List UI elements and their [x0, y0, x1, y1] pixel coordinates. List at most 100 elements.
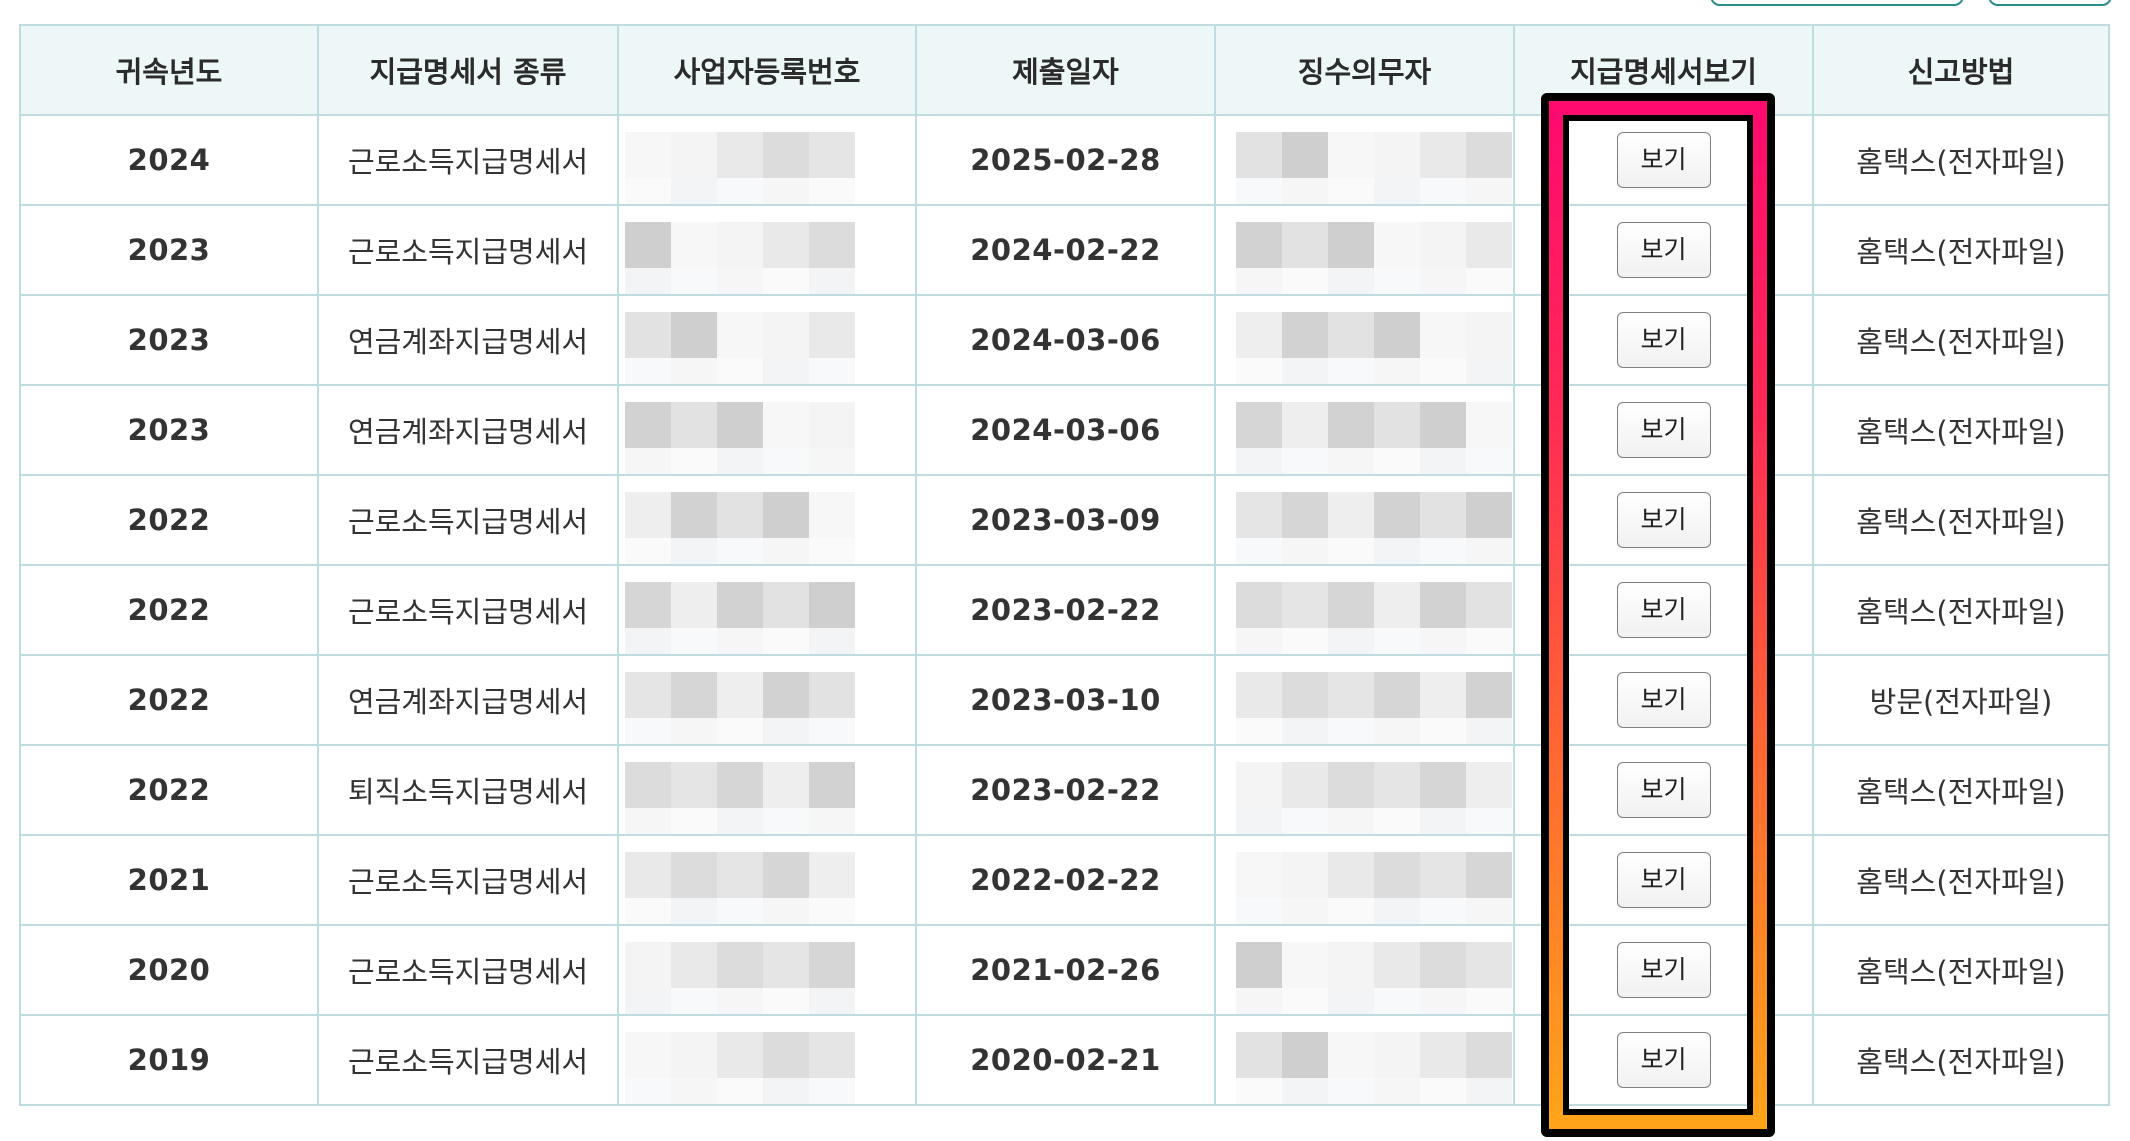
cell-view: 보기 [1513, 654, 1814, 746]
cell-kind: 근로소득지급명세서 [317, 834, 619, 926]
top-action-button-2[interactable] [1988, 0, 2112, 6]
view-statement-button[interactable]: 보기 [1616, 942, 1711, 998]
cell-date: 2024-02-22 [915, 204, 1216, 296]
cell-method: 홈택스(전자파일) [1812, 474, 2110, 566]
table-row: 2024 근로소득지급명세서 2025-02-28 보기 홈택스(전자파일) [19, 114, 2110, 206]
view-statement-button[interactable]: 보기 [1616, 222, 1711, 278]
redacted-value [1216, 1016, 1513, 1104]
table-row: 2023 연금계좌지급명세서 2024-03-06 보기 홈택스(전자파일) [19, 294, 2110, 386]
cell-method: 방문(전자파일) [1812, 654, 2110, 746]
payment-statement-table: 귀속년도 지급명세서 종류 사업자등록번호 제출일자 징수의무자 지급명세서보기… [19, 24, 2110, 1106]
cell-method: 홈택스(전자파일) [1812, 114, 2110, 206]
table-row: 2022 퇴직소득지급명세서 2023-02-22 보기 홈택스(전자파일) [19, 744, 2110, 836]
page: 귀속년도 지급명세서 종류 사업자등록번호 제출일자 징수의무자 지급명세서보기… [0, 0, 2130, 1141]
cell-year: 2022 [19, 474, 319, 566]
cell-view: 보기 [1513, 1014, 1814, 1106]
header-year[interactable]: 귀속년도 [19, 24, 319, 116]
top-action-button-1[interactable] [1710, 0, 1964, 6]
cell-kind: 연금계좌지급명세서 [317, 654, 619, 746]
redacted-value [619, 926, 915, 1014]
redacted-value [1216, 926, 1513, 1014]
cell-date: 2024-03-06 [915, 294, 1216, 386]
view-statement-button[interactable]: 보기 [1616, 312, 1711, 368]
cell-method: 홈택스(전자파일) [1812, 204, 2110, 296]
cell-kind: 근로소득지급명세서 [317, 564, 619, 656]
table-row: 2022 연금계좌지급명세서 2023-03-10 보기 방문(전자파일) [19, 654, 2110, 746]
cell-date: 2022-02-22 [915, 834, 1216, 926]
table-row: 2023 근로소득지급명세서 2024-02-22 보기 홈택스(전자파일) [19, 204, 2110, 296]
table-row: 2022 근로소득지급명세서 2023-03-09 보기 홈택스(전자파일) [19, 474, 2110, 566]
cell-date: 2024-03-06 [915, 384, 1216, 476]
cell-kind: 연금계좌지급명세서 [317, 384, 619, 476]
cell-date: 2023-02-22 [915, 564, 1216, 656]
view-statement-button[interactable]: 보기 [1616, 402, 1711, 458]
cell-year: 2023 [19, 294, 319, 386]
cell-payer [1214, 834, 1515, 926]
cell-biz-no [617, 654, 917, 746]
cell-payer [1214, 654, 1515, 746]
cell-method: 홈택스(전자파일) [1812, 294, 2110, 386]
cell-payer [1214, 384, 1515, 476]
cell-kind: 근로소득지급명세서 [317, 1014, 619, 1106]
cell-biz-no [617, 924, 917, 1016]
redacted-value [1216, 476, 1513, 564]
view-statement-button[interactable]: 보기 [1616, 582, 1711, 638]
cell-biz-no [617, 474, 917, 566]
redacted-value [619, 476, 915, 564]
view-statement-button[interactable]: 보기 [1616, 132, 1711, 188]
cell-payer [1214, 564, 1515, 656]
redacted-value [619, 1016, 915, 1104]
cell-kind: 연금계좌지급명세서 [317, 294, 619, 386]
header-date[interactable]: 제출일자 [915, 24, 1216, 116]
redacted-value [1216, 296, 1513, 384]
cell-kind: 퇴직소득지급명세서 [317, 744, 619, 836]
cell-biz-no [617, 564, 917, 656]
cell-year: 2021 [19, 834, 319, 926]
cell-view: 보기 [1513, 204, 1814, 296]
header-view[interactable]: 지급명세서보기 [1513, 24, 1814, 116]
cell-year: 2022 [19, 564, 319, 656]
view-statement-button[interactable]: 보기 [1616, 492, 1711, 548]
cell-year: 2023 [19, 204, 319, 296]
header-payer[interactable]: 징수의무자 [1214, 24, 1515, 116]
table-header-row: 귀속년도 지급명세서 종류 사업자등록번호 제출일자 징수의무자 지급명세서보기… [19, 24, 2110, 116]
redacted-value [1216, 116, 1513, 204]
view-statement-button[interactable]: 보기 [1616, 762, 1711, 818]
cell-view: 보기 [1513, 114, 1814, 206]
cell-payer [1214, 924, 1515, 1016]
redacted-value [619, 656, 915, 744]
cell-biz-no [617, 834, 917, 926]
cell-biz-no [617, 204, 917, 296]
cell-biz-no [617, 114, 917, 206]
redacted-value [619, 116, 915, 204]
redacted-value [1216, 566, 1513, 654]
redacted-value [1216, 746, 1513, 834]
cell-date: 2021-02-26 [915, 924, 1216, 1016]
cell-date: 2020-02-21 [915, 1014, 1216, 1106]
header-kind[interactable]: 지급명세서 종류 [317, 24, 619, 116]
view-statement-button[interactable]: 보기 [1616, 1032, 1711, 1088]
cell-method: 홈택스(전자파일) [1812, 1014, 2110, 1106]
header-biz-no[interactable]: 사업자등록번호 [617, 24, 917, 116]
cell-payer [1214, 204, 1515, 296]
table-row: 2023 연금계좌지급명세서 2024-03-06 보기 홈택스(전자파일) [19, 384, 2110, 476]
cell-year: 2022 [19, 654, 319, 746]
cell-payer [1214, 474, 1515, 566]
cell-year: 2020 [19, 924, 319, 1016]
header-method[interactable]: 신고방법 [1812, 24, 2110, 116]
view-statement-button[interactable]: 보기 [1616, 672, 1711, 728]
view-statement-button[interactable]: 보기 [1616, 852, 1711, 908]
cell-year: 2019 [19, 1014, 319, 1106]
cell-view: 보기 [1513, 384, 1814, 476]
cell-year: 2024 [19, 114, 319, 206]
cell-payer [1214, 1014, 1515, 1106]
table-row: 2020 근로소득지급명세서 2021-02-26 보기 홈택스(전자파일) [19, 924, 2110, 1016]
cell-view: 보기 [1513, 474, 1814, 566]
cell-method: 홈택스(전자파일) [1812, 834, 2110, 926]
redacted-value [1216, 206, 1513, 294]
cell-method: 홈택스(전자파일) [1812, 924, 2110, 1016]
cell-biz-no [617, 384, 917, 476]
redacted-value [619, 566, 915, 654]
cell-biz-no [617, 1014, 917, 1106]
redacted-value [619, 746, 915, 834]
